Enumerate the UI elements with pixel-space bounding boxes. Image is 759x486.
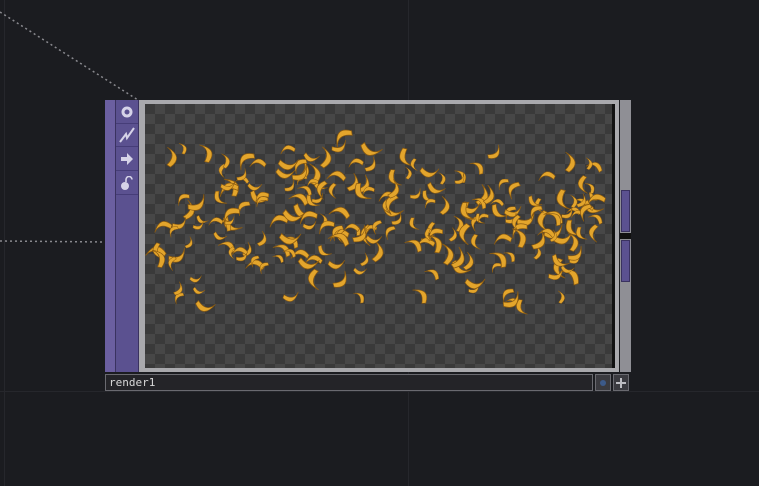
banana [280,145,296,155]
banana [336,129,353,148]
banana [588,224,599,243]
output-connector[interactable] [621,190,630,232]
banana [178,193,190,206]
banana [588,214,603,225]
viewer-active-flag[interactable] [595,374,611,391]
banana [178,143,187,155]
banana [577,175,588,194]
banana [348,158,364,168]
banana [328,182,337,199]
cook-lightning-icon[interactable] [116,124,138,147]
banana-render [145,129,606,315]
banana [388,169,402,186]
banana [214,190,227,204]
banana [371,240,384,263]
banana [332,270,347,288]
banana [364,156,376,172]
banana [385,226,396,240]
banana [256,230,267,247]
banana [208,217,224,226]
banana [462,251,474,271]
banana [498,178,509,190]
banana [302,220,317,230]
banana [327,260,346,270]
banana [412,289,428,304]
banana [570,194,578,209]
add-icon[interactable] [613,374,629,391]
banana [487,144,500,159]
banana [464,278,486,289]
banana [328,206,351,220]
banana [282,291,299,302]
banana [166,146,177,168]
banana [319,146,332,169]
banana [404,239,422,253]
banana [556,188,571,210]
banana [168,256,177,271]
banana [538,171,556,181]
viewer-edge [612,104,615,368]
banana [557,290,565,304]
banana [196,215,209,224]
banana [353,267,367,275]
banana [189,275,202,283]
viewer-toggle-icon[interactable] [116,101,138,124]
banana [439,196,450,216]
banana [238,201,251,217]
banana [564,151,576,173]
banana [360,141,383,156]
banana [199,144,213,163]
banana [184,236,193,249]
bypass-arrow-icon[interactable] [116,148,138,171]
banana [284,179,295,192]
banana [247,182,263,191]
banana [585,157,593,171]
banana [551,253,570,267]
banana [409,217,420,230]
banana [195,300,216,312]
banana [331,139,346,153]
banana [192,286,206,295]
rail-gap [620,233,631,239]
banana [359,252,369,267]
banana [424,269,440,281]
wire-top [0,11,139,101]
banana [239,153,256,171]
banana [469,162,484,175]
node-input-strip[interactable] [105,100,116,372]
banana [326,170,347,182]
wire-left [0,240,106,243]
banana [405,166,412,180]
banana [493,233,513,245]
banana [410,158,418,171]
banana [492,262,502,273]
banana [508,181,521,200]
banana [213,231,228,240]
banana [409,188,421,199]
banana [470,233,481,250]
output-connector[interactable] [621,240,630,282]
banana [308,268,319,291]
lock-icon[interactable] [116,172,138,195]
node-viewer[interactable] [145,104,613,368]
banana [249,158,267,168]
banana [223,215,243,231]
node-name-field[interactable]: render1 [105,374,593,391]
banana [353,292,365,304]
banana [365,235,383,244]
banana [419,166,440,178]
banana [278,232,302,245]
banana [272,254,284,264]
banana [438,172,446,185]
